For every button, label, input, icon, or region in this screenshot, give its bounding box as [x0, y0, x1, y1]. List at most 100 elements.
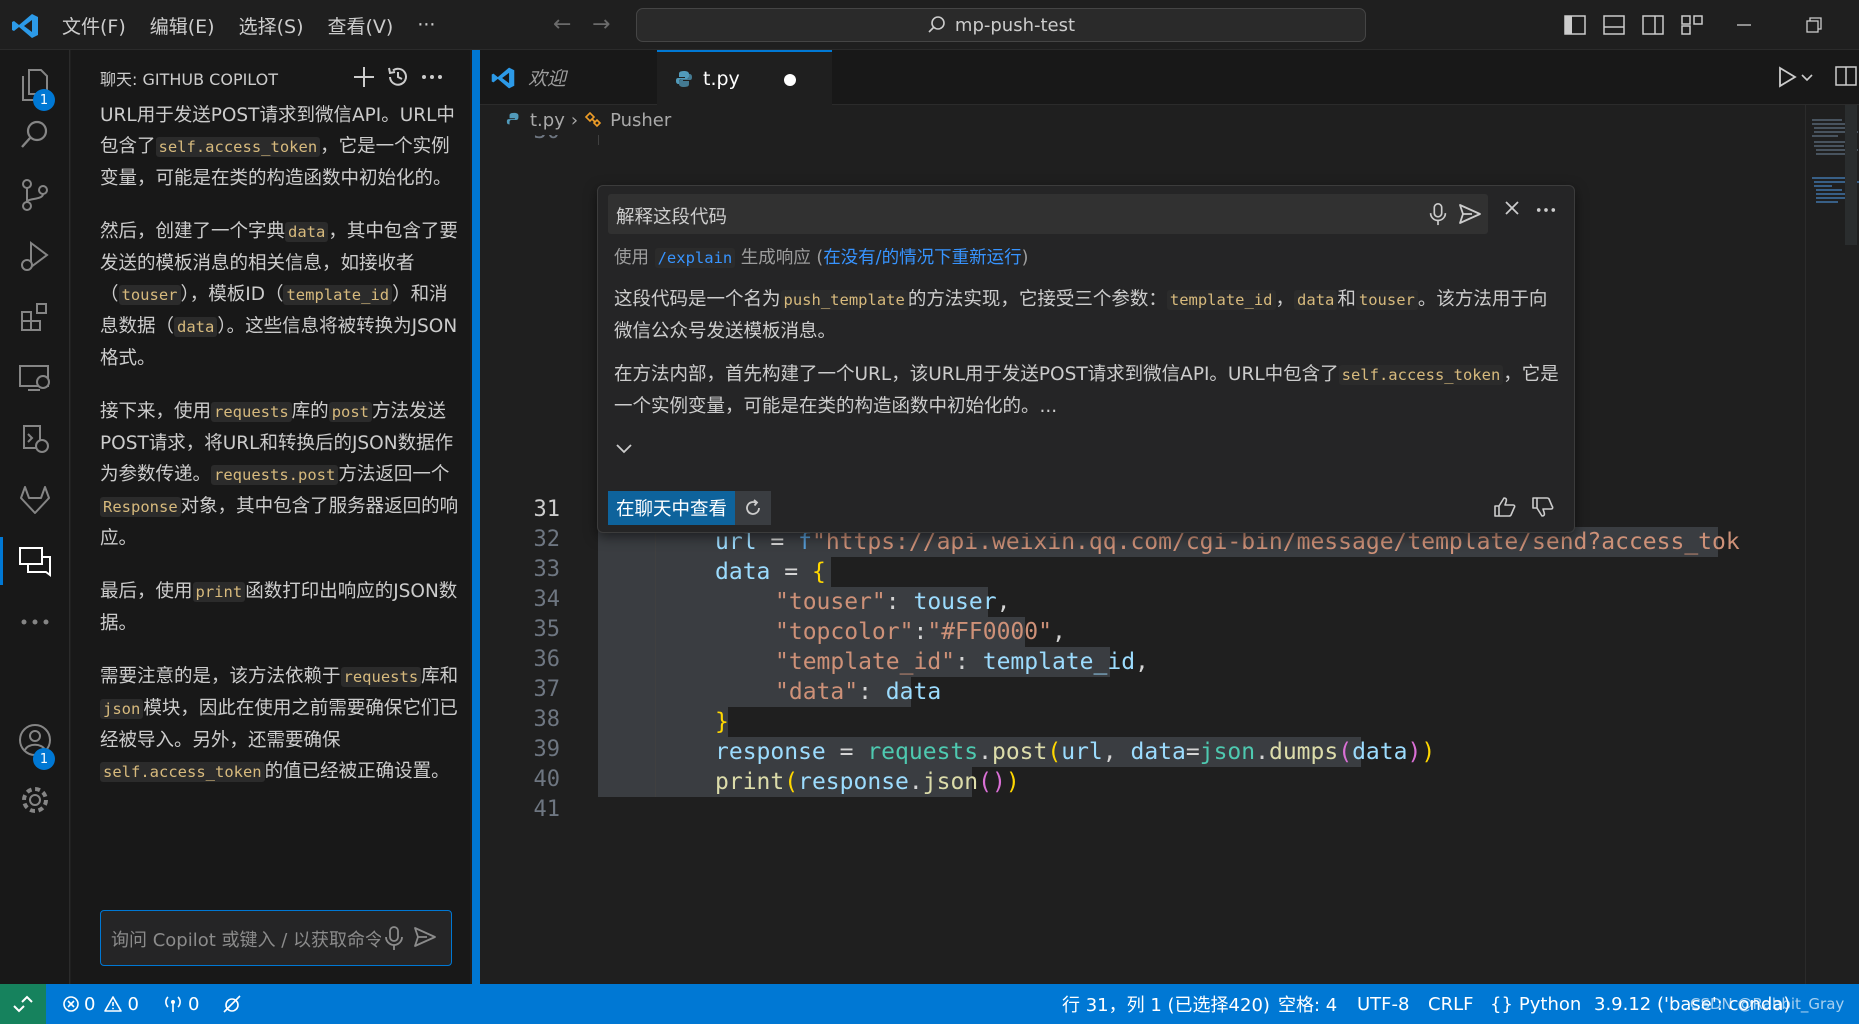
remote-explorer-icon	[19, 365, 50, 391]
code-line[interactable]: response = requests.post(url, data=json.…	[715, 737, 1435, 767]
message-text: 和	[1337, 289, 1356, 310]
regenerate-button[interactable]	[735, 491, 771, 525]
inline-code: template_id	[283, 285, 393, 305]
toggle-primary-sidebar-icon[interactable]	[1562, 12, 1588, 38]
chat-message-paragraph: 最后，使用 print 函数打印出响应的JSON数据。	[100, 576, 460, 639]
code-line[interactable]: "topcolor":"#FF0000",	[775, 617, 1066, 647]
thumbs-up-icon[interactable]	[1493, 496, 1517, 518]
tab-welcome-label: 欢迎	[528, 68, 567, 90]
send-icon[interactable]	[1458, 202, 1482, 226]
line-number: 40	[533, 767, 561, 792]
code-line[interactable]: "template_id": template_id,	[775, 647, 1149, 677]
inline-code: requests.post	[211, 465, 339, 485]
cursor-position[interactable]: 行 31，列 1 (已选择420)	[1062, 984, 1270, 1024]
breadcrumb-file[interactable]: t.py	[530, 110, 565, 131]
plus-icon[interactable]	[352, 65, 376, 89]
inline-chat-input[interactable]: 解释这段代码	[616, 203, 727, 229]
line-endings[interactable]: CRLF	[1428, 984, 1473, 1024]
unsaved-dot-icon[interactable]	[784, 74, 796, 86]
breadcrumb-symbol[interactable]: Pusher	[610, 110, 671, 131]
refresh-icon	[746, 499, 760, 515]
microphone-icon[interactable]	[384, 925, 404, 951]
scrollbar-thumb[interactable]	[1845, 105, 1857, 245]
chat-input-box[interactable]: 询问 Copilot 或键入 / 以获取命令	[100, 910, 452, 966]
inline-code: push_template	[780, 290, 908, 310]
search-view-button[interactable]	[0, 104, 70, 164]
menu-view[interactable]: 查看(V)	[328, 12, 394, 39]
run-debug-icon	[21, 241, 49, 271]
split-editor-icon[interactable]	[1835, 66, 1857, 86]
menu-bar: 文件(F) 编辑(E) 选择(S) 查看(V) ···	[62, 0, 459, 50]
close-icon[interactable]	[1504, 200, 1520, 216]
menu-file[interactable]: 文件(F)	[62, 12, 126, 39]
gitlab-button[interactable]	[0, 470, 70, 530]
more-views-button[interactable]	[0, 592, 70, 652]
accounts-button[interactable]: 1	[0, 710, 70, 770]
vscode-logo-icon	[12, 14, 38, 38]
warning-icon	[104, 996, 123, 1012]
view-in-chat-button[interactable]: 在聊天中查看	[608, 491, 736, 525]
inline-code: data	[285, 222, 329, 242]
language-mode[interactable]: {} Python	[1490, 984, 1581, 1024]
chat-message-paragraph: 接下来，使用 requests 库的 post 方法发送POST请求，将URL和转换后的…	[100, 396, 460, 554]
menu-selection[interactable]: 选择(S)	[239, 12, 304, 39]
toggle-panel-icon[interactable]	[1601, 12, 1627, 38]
chat-button[interactable]	[0, 531, 70, 591]
ellipsis-icon[interactable]	[421, 74, 443, 80]
manage-button[interactable]	[0, 770, 70, 830]
menu-edit[interactable]: 编辑(E)	[150, 12, 215, 39]
back-arrow-icon[interactable]: ←	[553, 12, 571, 37]
toggle-secondary-sidebar-icon[interactable]	[1640, 12, 1666, 38]
language-label: Python	[1518, 993, 1582, 1015]
panel-sash[interactable]	[472, 50, 480, 984]
ports-indicator[interactable]: 0	[162, 984, 199, 1024]
python-file-icon	[676, 70, 692, 87]
tab-t-py[interactable]: t.py	[657, 50, 832, 105]
tab-welcome[interactable]: 欢迎	[480, 50, 655, 105]
error-icon	[63, 996, 79, 1012]
history-icon[interactable]	[386, 65, 410, 89]
copilot-status[interactable]	[221, 984, 243, 1024]
chevron-down-icon[interactable]	[616, 444, 632, 454]
indentation[interactable]: 空格: 4	[1278, 984, 1337, 1024]
command-center-search[interactable]: mp-push-test	[636, 8, 1366, 42]
microphone-icon[interactable]	[1428, 202, 1448, 226]
chat-input[interactable]: 询问 Copilot 或键入 / 以获取命令	[111, 926, 381, 952]
thumbs-down-icon[interactable]	[1531, 496, 1555, 518]
source-control-button[interactable]	[0, 165, 70, 225]
code-line[interactable]: data = {	[715, 557, 826, 587]
inline-code: template_id	[1166, 290, 1276, 310]
extensions-button[interactable]	[0, 287, 70, 347]
run-debug-button[interactable]	[0, 226, 70, 286]
message-text: 然后，创建了一个字典	[100, 221, 286, 242]
remote-indicator[interactable]	[0, 984, 46, 1024]
inline-code: self.access_token	[1338, 365, 1504, 385]
minimap[interactable]	[1805, 105, 1859, 984]
customize-layout-icon[interactable]	[1679, 12, 1705, 38]
code-line[interactable]: }	[715, 707, 729, 737]
remote-explorer-button[interactable]	[0, 348, 70, 408]
code-line[interactable]: print(response.json())	[715, 767, 1020, 797]
explain-command: /explain	[654, 248, 736, 268]
rerun-link[interactable]: 在没有/的情况下重新运行	[823, 248, 1021, 268]
run-python-icon[interactable]	[1777, 66, 1797, 88]
braces-icon: {}	[1490, 993, 1513, 1015]
tab-file-label: t.py	[703, 67, 740, 90]
ellipsis-icon[interactable]	[1536, 207, 1556, 213]
chat-messages: URL用于发送POST请求到微信API。URL中包含了 self.access_t…	[100, 105, 460, 925]
code-line[interactable]: "data": data	[775, 677, 941, 707]
testing-button[interactable]	[0, 409, 70, 469]
minimize-icon[interactable]	[1736, 12, 1752, 38]
line-number: 33	[533, 557, 561, 582]
send-icon[interactable]	[413, 925, 437, 949]
source-control-icon	[22, 179, 48, 211]
problems-indicator[interactable]: 0 0	[62, 984, 139, 1024]
forward-arrow-icon[interactable]: →	[592, 12, 610, 37]
restore-icon[interactable]	[1806, 12, 1822, 38]
encoding[interactable]: UTF-8	[1357, 984, 1409, 1024]
chevron-down-icon[interactable]	[1801, 74, 1813, 82]
menu-more[interactable]: ···	[417, 14, 435, 36]
inline-chat-input-box[interactable]: 解释这段代码	[608, 194, 1488, 234]
code-line[interactable]: "touser": touser,	[775, 587, 1010, 617]
message-text: 方法返回一个	[338, 464, 450, 485]
